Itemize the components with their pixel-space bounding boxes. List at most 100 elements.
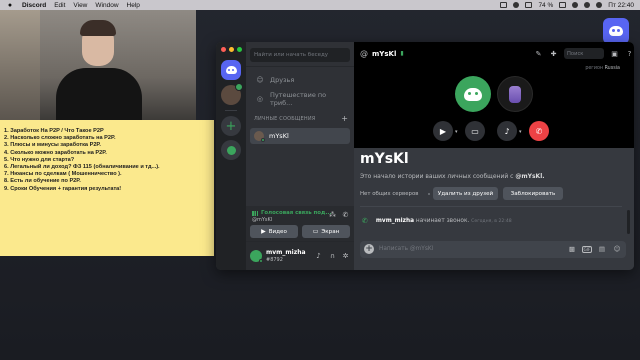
remove-friend-button[interactable]: Удалить из друзей — [433, 187, 498, 200]
server-list: + — [216, 42, 246, 270]
dm-section-header: ЛИЧНЫЕ СООБЩЕНИЯ — [254, 116, 316, 122]
discord-window: + Найти или начать беседу ☺ Друзья ◎ Пут… — [216, 42, 634, 270]
username: mvm_mizha — [266, 249, 306, 256]
menu-help[interactable]: Help — [127, 2, 140, 9]
inbox-icon[interactable]: ▣ — [610, 49, 619, 58]
control-center-icon[interactable] — [596, 2, 603, 8]
menu-view[interactable]: View — [73, 2, 87, 9]
content-divider — [360, 206, 622, 207]
scrollbar[interactable] — [627, 210, 630, 234]
home-button[interactable] — [221, 60, 241, 80]
status-icon[interactable] — [513, 2, 520, 8]
dm-intro: Это начало истории ваших личных сообщени… — [360, 173, 545, 180]
help-icon[interactable]: ? — [625, 49, 634, 58]
call-avatar-self[interactable] — [455, 76, 491, 112]
video-button-label: Видео — [268, 228, 287, 235]
add-server-button[interactable]: + — [221, 116, 241, 136]
note-line: 4. Сколько можно заработать на P2P. — [4, 149, 107, 156]
voice-status[interactable]: Голосовая связь под... — [252, 210, 332, 216]
microphone-icon[interactable]: ♪ — [314, 251, 323, 260]
webcam-overlay — [0, 10, 196, 122]
phone-icon: ✆ — [362, 217, 368, 225]
menubar-status-area: 74 % Пт 22:40 — [500, 0, 634, 10]
mutual-servers: Нет общих серверов — [360, 191, 419, 197]
gift-icon[interactable]: ▩ — [567, 244, 577, 254]
user-tag: #8792 — [266, 257, 283, 263]
upload-button[interactable]: + — [364, 244, 374, 254]
zoom-window-button[interactable] — [237, 47, 242, 52]
avatar-image — [509, 85, 521, 103]
display-icon[interactable] — [500, 2, 508, 8]
menubar-clock[interactable]: Пт 22:40 — [608, 2, 634, 9]
user-avatar[interactable] — [250, 250, 263, 263]
camera-toggle-button[interactable]: ▶ — [433, 121, 453, 141]
dm-content: mYsKl Это начало истории ваших личных со… — [354, 148, 634, 270]
screen-button-label: Экран — [321, 228, 340, 235]
call-toolbar: ✎ ✚ Поиск ▣ ? — [534, 48, 634, 59]
gif-button[interactable]: GIF — [582, 245, 592, 253]
menu-window[interactable]: Window — [95, 2, 118, 9]
friends-icon: ☺ — [256, 76, 264, 84]
call-header: @ mYsKl ▮ — [360, 49, 404, 58]
apple-icon[interactable]: ● — [6, 1, 14, 9]
sidebar-item-journey[interactable]: ◎ Путешествие по триб... — [250, 91, 350, 107]
sidebar-item-label: Друзья — [270, 76, 295, 84]
message-input[interactable]: Написать @mYsKl — [379, 246, 433, 252]
sidebar-item-friends[interactable]: ☺ Друзья — [250, 73, 350, 87]
find-conversation-input[interactable]: Найти или начать беседу — [250, 48, 350, 62]
online-status-dot — [261, 138, 265, 142]
message-composer: + Написать @mYsKl ▩ GIF ▤ ☺ — [360, 241, 626, 258]
pin-icon[interactable]: ✎ — [534, 49, 543, 58]
dm-avatar-mYsKl[interactable] — [221, 83, 243, 105]
at-icon: @ — [360, 49, 368, 58]
menu-app-discord[interactable]: Discord — [22, 2, 46, 9]
sidebar-divider — [246, 66, 354, 67]
camera-options-chevron[interactable]: ▾ — [455, 129, 458, 135]
share-screen-button[interactable]: ▭ — [465, 121, 485, 141]
call-avatar-mYsKl[interactable] — [497, 76, 533, 112]
discord-logo-icon — [225, 66, 237, 74]
block-button[interactable]: Заблокировать — [503, 187, 563, 200]
message-author[interactable]: mvm_mizha — [376, 218, 414, 224]
system-message: ✆ mvm_mizha начинает звонок. Сегодня, в … — [362, 217, 512, 225]
composer-tools: ▩ GIF ▤ ☺ — [567, 244, 622, 254]
headphones-icon[interactable]: ∩ — [328, 251, 337, 260]
settings-gear-icon[interactable]: ✲ — [341, 251, 350, 260]
discord-logo-icon — [609, 26, 623, 36]
video-button[interactable]: ▶ Видео — [250, 225, 298, 238]
spotlight-icon[interactable] — [584, 2, 591, 8]
battery-percent[interactable]: 74 % — [538, 2, 553, 9]
close-window-button[interactable] — [221, 47, 226, 52]
discord-desktop-icon[interactable] — [603, 18, 629, 44]
mic-options-chevron[interactable]: ▾ — [519, 129, 522, 135]
emoji-icon[interactable]: ☺ — [612, 244, 622, 254]
disconnect-icon[interactable]: ✆ — [341, 210, 350, 219]
create-dm-button[interactable]: + — [341, 114, 348, 123]
nitro-icon: ◎ — [256, 95, 264, 103]
macos-menubar: ● Discord Edit View Window Help 74 % Пт … — [0, 0, 640, 10]
end-call-button[interactable]: ✆ — [529, 121, 549, 141]
explore-servers-button[interactable] — [221, 140, 241, 160]
search-input[interactable]: Поиск — [564, 48, 604, 59]
minimize-window-button[interactable] — [229, 47, 234, 52]
mute-button[interactable]: ♪ — [497, 121, 517, 141]
region-selector[interactable]: регион Russia — [585, 66, 620, 71]
voice-connection-panel: Голосовая связь под... @mYsKl ⁂ ✆ ▶ Виде… — [246, 206, 354, 242]
avatar — [254, 131, 265, 142]
sticker-icon[interactable]: ▤ — [597, 244, 607, 254]
camera-icon: ▶ — [261, 228, 266, 235]
wifi-icon[interactable] — [572, 2, 579, 8]
discord-logo-icon — [464, 87, 482, 101]
bluetooth-icon[interactable] — [525, 2, 533, 8]
window-controls — [221, 47, 242, 52]
region-value: Russia — [604, 66, 620, 71]
add-friend-icon[interactable]: ✚ — [549, 49, 558, 58]
menu-edit[interactable]: Edit — [54, 2, 65, 9]
dm-item-mYsKl[interactable]: mYsKl — [250, 128, 350, 144]
battery-icon[interactable] — [559, 2, 567, 8]
noise-suppression-icon[interactable]: ⁂ — [328, 210, 337, 219]
note-line: 8. Есть ли обучение по P2P. — [4, 178, 81, 185]
call-panel: @ mYsKl ▮ ✎ ✚ Поиск ▣ ? регион Russia ▶ — [354, 42, 634, 148]
user-panel: mvm_mizha #8792 ♪ ∩ ✲ — [246, 242, 354, 270]
screen-share-button[interactable]: ▭ Экран — [302, 225, 350, 238]
